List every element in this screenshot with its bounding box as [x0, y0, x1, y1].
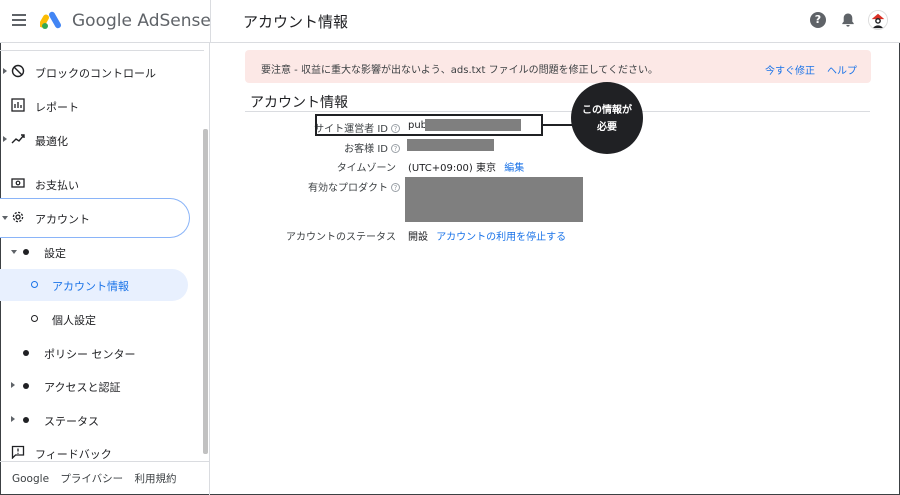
help-icon[interactable]: ?: [810, 12, 826, 28]
sidebar-item-policy-center[interactable]: ポリシー センター: [0, 339, 200, 367]
report-icon: [11, 98, 25, 112]
footer-terms-link[interactable]: 利用規約: [135, 473, 177, 485]
customer-id-label: お客様 ID?: [344, 140, 400, 155]
section-divider: [245, 111, 870, 112]
fix-now-link[interactable]: 今すぐ修正: [765, 62, 815, 77]
expand-arrow-icon[interactable]: [11, 382, 15, 388]
brand-name: Google AdSense: [72, 11, 211, 31]
sidebar-item-access-auth[interactable]: アクセスと認証: [0, 372, 200, 400]
sidebar-item-label: フィードバック: [35, 448, 112, 461]
sidebar-item-label: アカウント情報: [52, 280, 129, 293]
section-title: アカウント情報: [250, 95, 348, 111]
sidebar-item-label: お支払い: [35, 179, 79, 192]
timezone-label: タイムゾーン: [336, 163, 396, 174]
block-icon: [11, 64, 25, 78]
expand-arrow-icon[interactable]: [3, 136, 7, 142]
gear-icon: [12, 211, 24, 223]
bullet-icon: [23, 417, 29, 423]
brand-adsense: AdSense: [137, 11, 211, 31]
sidebar-item-label: ブロックのコントロール: [35, 67, 156, 80]
help-question-icon[interactable]: ?: [391, 183, 400, 192]
collapse-arrow-icon[interactable]: [11, 250, 17, 254]
sidebar-item-label: アクセスと認証: [44, 381, 121, 394]
sidebar-item-feedback[interactable]: フィードバック: [0, 439, 200, 467]
timezone-text: (UTC+09:00) 東京: [408, 163, 497, 174]
help-question-icon[interactable]: ?: [391, 144, 400, 153]
adsense-logo-icon[interactable]: [40, 10, 66, 30]
sidebar-item-optimization[interactable]: 最適化: [0, 126, 200, 154]
bullet-icon: [23, 383, 29, 389]
active-products-label-text: 有効なプロダクト: [308, 183, 388, 194]
account-status-text: 開設: [408, 232, 428, 243]
sidebar-scrollbar[interactable]: [203, 129, 208, 454]
bullet-ring-icon: [31, 315, 38, 322]
sidebar-item-payments[interactable]: お支払い: [0, 170, 200, 198]
callout-line-2: 必要: [597, 122, 617, 133]
close-account-link[interactable]: アカウントの利用を停止する: [436, 232, 566, 243]
page-title: アカウント情報: [243, 13, 349, 31]
expand-arrow-icon[interactable]: [11, 416, 15, 422]
account-status-value: 開設 アカウントの利用を停止する: [408, 228, 566, 243]
bullet-icon: [23, 350, 29, 356]
sidebar-item-personal-settings[interactable]: 個人設定: [0, 305, 200, 333]
customer-id-label-text: お客様 ID: [344, 144, 388, 155]
top-app-bar: Google AdSense アカウント情報 ?: [0, 0, 900, 43]
sidebar-footer-divider: [0, 461, 210, 462]
sidebar-item-label: アカウント: [35, 213, 90, 226]
brand-google: Google: [72, 11, 132, 31]
sidebar-item-account-info[interactable]: アカウント情報: [0, 271, 200, 299]
notification-bell-icon[interactable]: [840, 12, 856, 28]
hamburger-menu-icon[interactable]: [12, 14, 26, 26]
sidebar-item-reports[interactable]: レポート: [0, 92, 200, 120]
bullet-ring-icon: [31, 281, 38, 288]
expand-arrow-icon[interactable]: [3, 68, 7, 74]
active-products-redaction: [405, 177, 583, 222]
collapse-arrow-icon[interactable]: [2, 216, 8, 220]
sidebar-item-label: ポリシー センター: [44, 348, 136, 361]
sidebar-item-account[interactable]: アカウント: [0, 204, 200, 232]
payment-icon: [11, 178, 25, 188]
account-status-label: アカウントのステータス: [286, 232, 396, 243]
sidebar-footer: Google プライバシー 利用規約: [12, 471, 185, 486]
banner-message: 要注意 - 収益に重大な影響が出ないよう、ads.txt ファイルの問題を修正し…: [261, 65, 658, 76]
user-avatar[interactable]: [868, 10, 888, 30]
sidebar-item-label: レポート: [35, 101, 79, 114]
callout-bubble: この情報が 必要: [571, 82, 643, 154]
footer-privacy-link[interactable]: プライバシー: [60, 473, 123, 485]
active-products-label: 有効なプロダクト?: [308, 179, 400, 194]
sidebar-nav: ブロックのコントロール レポート 最適化 お支払い アカウント 設定 アカウント…: [0, 43, 210, 495]
bullet-icon: [23, 249, 29, 255]
header-divider: [210, 0, 211, 43]
sidebar-item-settings[interactable]: 設定: [0, 238, 200, 266]
sidebar-item-label: 最適化: [35, 135, 68, 148]
customer-id-redaction: [407, 139, 494, 151]
publisher-id-highlight-box: [315, 114, 543, 136]
sidebar-item-label: 個人設定: [52, 314, 96, 327]
edit-timezone-link[interactable]: 編集: [504, 163, 524, 174]
feedback-icon: [11, 445, 25, 459]
banner-help-link[interactable]: ヘルプ: [827, 62, 857, 77]
sidebar-item-block-controls[interactable]: ブロックのコントロール: [0, 58, 200, 86]
sidebar-item-status[interactable]: ステータス: [0, 406, 200, 434]
sidebar-divider: [0, 50, 204, 51]
sidebar-item-label: 設定: [44, 247, 66, 260]
timezone-value: (UTC+09:00) 東京 編集: [408, 159, 524, 174]
ads-txt-warning-banner: 要注意 - 収益に重大な影響が出ないよう、ads.txt ファイルの問題を修正し…: [245, 50, 871, 83]
trend-icon: [11, 134, 25, 144]
sidebar-item-label: ステータス: [44, 415, 99, 428]
footer-google-link[interactable]: Google: [12, 473, 49, 485]
callout-line-1: この情報が: [582, 105, 632, 116]
